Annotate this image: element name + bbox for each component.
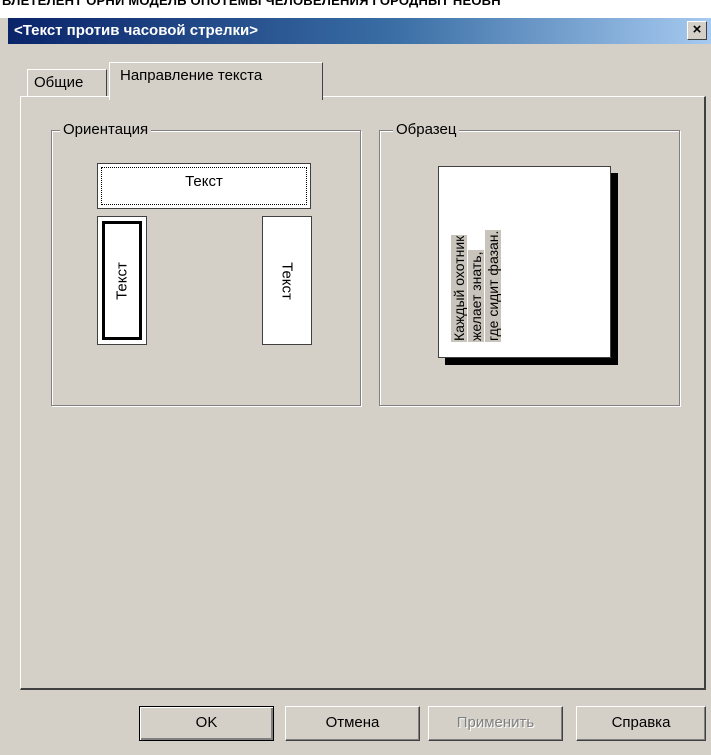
window-title: <Текст против часовой стрелки> — [14, 22, 258, 39]
sample-group-label: Образец — [393, 121, 460, 138]
sample-line-1-text: Каждый охотник — [451, 234, 467, 342]
apply-button[interactable]: Применить — [428, 706, 563, 741]
sample-line-3: где сидит фазан. — [485, 182, 501, 342]
title-bar[interactable]: <Текст против часовой стрелки> × — [8, 18, 711, 44]
orientation-clockwise-label: Текст — [278, 261, 296, 300]
close-icon: × — [692, 21, 702, 38]
dialog-window: ВЛЕТЕЛЕНТ ОРНИ МОДЕЛЬ ОПОТЕМЫ ЧЕЛОВЕЛЕНИ… — [0, 0, 711, 755]
close-button[interactable]: × — [687, 21, 707, 40]
tab-general[interactable]: Общие — [27, 69, 107, 97]
cancel-button[interactable]: Отмена — [285, 706, 420, 741]
background-text: ВЛЕТЕЛЕНТ ОРНИ МОДЕЛЬ ОПОТЕМЫ ЧЕЛОВЕЛЕНИ… — [2, 0, 501, 8]
orientation-horizontal-label: Текст — [185, 173, 223, 190]
sample-line-2-text: желает знать, — [468, 250, 484, 342]
sample-line-1: Каждый охотник — [451, 182, 467, 342]
orientation-clockwise-option[interactable]: Текст — [262, 216, 312, 345]
sample-line-2: желает знать, — [468, 182, 484, 342]
tab-general-label: Общие — [34, 74, 84, 91]
sample-text: Каждый охотник желает знать, где сидит ф… — [451, 182, 531, 342]
orientation-counterclockwise-option[interactable]: Текст — [97, 216, 147, 345]
help-button[interactable]: Справка — [576, 706, 706, 741]
orientation-horizontal-option[interactable]: Текст — [97, 163, 311, 209]
tab-text-direction[interactable]: Направление текста — [109, 62, 323, 100]
sample-line-3-text: где сидит фазан. — [485, 229, 501, 342]
orientation-group-label: Ориентация — [60, 121, 152, 138]
background-text-strip: ВЛЕТЕЛЕНТ ОРНИ МОДЕЛЬ ОПОТЕМЫ ЧЕЛОВЕЛЕНИ… — [0, 0, 711, 18]
ok-button[interactable]: OK — [139, 706, 274, 741]
orientation-counterclockwise-label: Текст — [113, 261, 131, 300]
tab-text-direction-label: Направление текста — [120, 67, 263, 84]
